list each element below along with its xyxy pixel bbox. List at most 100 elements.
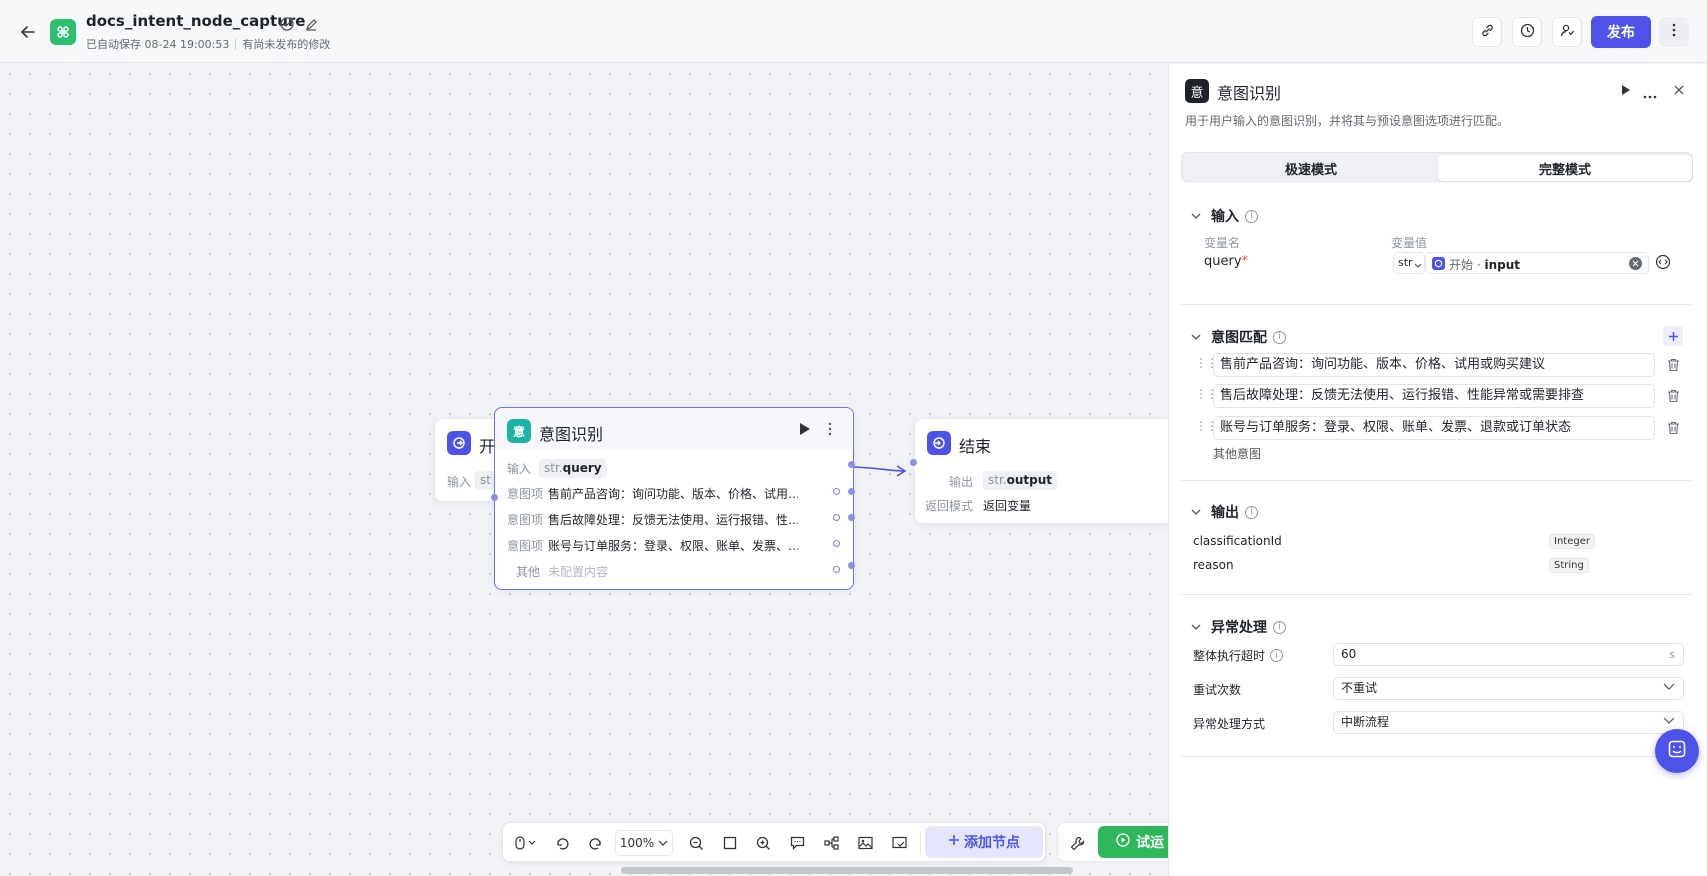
chevron-down-icon xyxy=(1191,332,1205,343)
end-output-label: 输出 xyxy=(949,475,974,489)
history-button[interactable] xyxy=(1512,17,1542,47)
add-node-button[interactable]: 添加节点 xyxy=(925,826,1043,858)
chevron-down-icon xyxy=(1191,622,1205,633)
layout-icon[interactable] xyxy=(821,833,841,853)
var-name-query: query* xyxy=(1204,254,1249,269)
intent-port-1[interactable] xyxy=(833,488,840,495)
wrench-icon[interactable] xyxy=(1067,833,1087,853)
var-name-header: 变量名 xyxy=(1204,236,1241,250)
var-value-header: 变量值 xyxy=(1391,236,1428,250)
node-run-icon[interactable] xyxy=(799,422,811,440)
info-icon[interactable]: i xyxy=(1245,209,1258,223)
node-more-icon[interactable] xyxy=(828,422,832,440)
add-intent-button[interactable] xyxy=(1663,326,1683,346)
minimap-icon[interactable] xyxy=(889,833,909,853)
trash-icon[interactable] xyxy=(1667,358,1681,372)
error-section-header[interactable]: 异常处理 i xyxy=(1191,617,1286,637)
output-section-title: 输出 xyxy=(1211,505,1239,521)
more-options-button[interactable] xyxy=(1659,17,1689,47)
redo-icon[interactable] xyxy=(586,833,606,853)
top-header: docs_intent_node_capture 已自动保存 08-24 19:… xyxy=(0,0,1707,63)
image-icon[interactable] xyxy=(855,833,875,853)
comment-icon[interactable] xyxy=(787,833,807,853)
input-section-header[interactable]: 输入 i xyxy=(1191,206,1258,226)
info-icon[interactable]: i xyxy=(1270,649,1284,662)
assistant-icon xyxy=(1667,739,1687,763)
handling-select[interactable]: 中断流程 xyxy=(1333,711,1684,734)
intent-port-2[interactable] xyxy=(833,514,840,521)
var-type-value: str xyxy=(1398,256,1413,269)
play-icon[interactable] xyxy=(1621,84,1631,100)
retry-label: 重试次数 xyxy=(1193,683,1242,697)
edit-pencil-icon[interactable] xyxy=(303,16,319,32)
timeout-unit: s xyxy=(1669,648,1675,661)
intent-item-label-3: 意图项 xyxy=(507,539,544,553)
var-value-field[interactable]: 开始 · input xyxy=(1425,252,1649,274)
edge-arrowhead xyxy=(896,465,907,477)
zoom-in-icon[interactable] xyxy=(753,833,773,853)
back-arrow-icon[interactable] xyxy=(18,22,38,42)
fit-view-icon[interactable] xyxy=(720,833,740,853)
intent-item-input-2[interactable]: 售后故障处理：反馈无法使用、运行报错、性能异常或需要排查 xyxy=(1213,384,1655,408)
timeout-input[interactable]: 60 s xyxy=(1333,643,1684,666)
handling-value: 中断流程 xyxy=(1341,715,1390,729)
zoom-value: 100% xyxy=(619,836,655,850)
end-input-port[interactable] xyxy=(910,459,917,466)
intent-node[interactable]: 意 意图识别 输入 str.query 意图项 售前产品咨询：询问功能、版本、价… xyxy=(491,407,855,590)
intent-out-port-b[interactable] xyxy=(848,488,855,495)
var-type-select[interactable]: str xyxy=(1393,252,1425,274)
drag-handle-icon[interactable]: ⋮⋮ xyxy=(1195,356,1218,370)
more-horizontal-icon[interactable] xyxy=(1643,88,1657,103)
publish-button[interactable]: 发布 xyxy=(1591,16,1651,48)
workflow-canvas[interactable]: 开 输入 st 意 意图识别 输入 str.query 意图项 售前产品咨询：询… xyxy=(0,64,1168,876)
info-icon[interactable]: i xyxy=(1273,620,1286,634)
intent-item-input-3[interactable]: 账号与订单服务：登录、权限、账单、发票、退款或订单状态 xyxy=(1213,416,1655,440)
input-section-title: 输入 xyxy=(1211,209,1239,225)
unpublished-text: 有尚未发布的修改 xyxy=(242,38,331,51)
close-icon[interactable] xyxy=(1673,84,1685,100)
info-icon[interactable]: i xyxy=(1273,330,1286,344)
drag-handle-icon[interactable]: ⋮⋮ xyxy=(1195,387,1218,401)
timeout-value: 60 xyxy=(1341,647,1357,661)
clear-icon[interactable] xyxy=(1629,257,1642,270)
assistant-fab-button[interactable] xyxy=(1655,729,1699,773)
end-node[interactable]: 结束 输出 str.output 返回模式 返回变量 xyxy=(910,418,1168,524)
collaborator-button[interactable] xyxy=(1552,17,1582,47)
share-link-button[interactable] xyxy=(1472,17,1502,47)
var-ref: 开始 · input xyxy=(1449,258,1521,272)
zoom-select[interactable]: 100% xyxy=(615,830,673,856)
end-output-chip: str.output xyxy=(983,471,1058,490)
variable-picker-icon[interactable] xyxy=(1655,254,1671,274)
history-clock-icon xyxy=(1520,23,1535,42)
intent-item-input-1[interactable]: 售前产品咨询：询问功能、版本、价格、试用或购买建议 xyxy=(1213,353,1655,377)
zoom-out-icon[interactable] xyxy=(686,833,706,853)
horizontal-scrollbar[interactable] xyxy=(621,867,1073,874)
output-section-header[interactable]: 输出 i xyxy=(1191,502,1258,522)
error-section-title: 异常处理 xyxy=(1211,620,1267,636)
intent-input-chip: str.query xyxy=(539,459,607,478)
panel-node-icon: 意 xyxy=(1185,79,1209,103)
trash-icon[interactable] xyxy=(1667,389,1681,403)
tab-full-mode[interactable]: 完整模式 xyxy=(1438,155,1692,181)
intent-port-other[interactable] xyxy=(833,566,840,573)
chevron-down-icon xyxy=(1414,258,1422,273)
intent-input-port[interactable] xyxy=(491,494,498,501)
trash-icon[interactable] xyxy=(1667,421,1681,435)
intent-item-text-2: 售后故障处理：反馈无法使用、运行报错、性… xyxy=(548,513,798,527)
intent-section-header[interactable]: 意图匹配 i xyxy=(1191,327,1286,347)
mouse-mode-icon[interactable] xyxy=(511,833,541,853)
retry-select[interactable]: 不重试 xyxy=(1333,677,1684,700)
drag-handle-icon[interactable]: ⋮⋮ xyxy=(1195,419,1218,433)
undo-icon[interactable] xyxy=(552,833,572,853)
intent-port-3[interactable] xyxy=(833,540,840,547)
plus-icon xyxy=(1668,331,1678,341)
info-icon[interactable]: i xyxy=(1245,505,1258,519)
test-run-label: 试运 xyxy=(1136,835,1164,851)
intent-out-port-d[interactable] xyxy=(848,562,855,569)
tab-fast-mode[interactable]: 极速模式 xyxy=(1184,155,1438,181)
intent-node-icon: 意 xyxy=(507,419,531,443)
intent-out-port-a[interactable] xyxy=(848,461,855,468)
panel-title: 意图识别 xyxy=(1217,84,1282,103)
check-circle-icon xyxy=(279,16,295,32)
intent-out-port-c[interactable] xyxy=(848,514,855,521)
